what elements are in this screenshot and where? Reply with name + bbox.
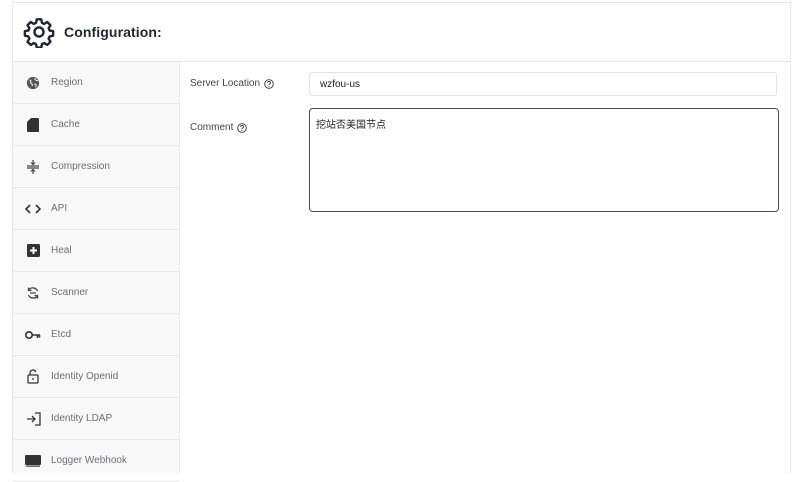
panel-header: Configuration: [13,3,790,62]
sidebar-item-api[interactable]: API [13,188,179,230]
sidebar-item-compression[interactable]: Compression [13,146,179,188]
unlock-icon [25,369,41,385]
sidebar-item-cache[interactable]: Cache [13,104,179,146]
sidebar-item-label: Compression [51,161,110,172]
help-icon[interactable] [264,78,274,89]
configuration-panel: Configuration: Region Cache Compression [12,2,791,482]
page-title: Configuration: [64,24,162,40]
sidebar-item-label: Identity LDAP [51,413,113,424]
gear-icon [23,16,55,48]
sidebar-item-scanner[interactable]: Scanner [13,272,179,314]
comment-textarea[interactable]: 挖站否美国节点 [309,108,779,212]
webhook-icon [25,453,41,469]
login-icon [25,411,41,427]
help-icon[interactable] [237,122,248,133]
comment-label: Comment [190,122,248,133]
server-location-label: Server Location [190,78,274,89]
key-icon [25,327,41,343]
sidebar-item-label: Identity Openid [51,371,119,382]
sidebar-item-region[interactable]: Region [13,62,179,104]
server-location-label-text: Server Location [190,78,261,89]
sidebar-item-label: API [51,203,68,214]
globe-icon [25,75,41,91]
sidebar-item-label: Heal [51,245,72,256]
sd-card-icon [25,117,41,133]
sidebar-item-label: Region [51,77,83,88]
scanner-refresh-icon [25,285,41,301]
sidebar-item-etcd[interactable]: Etcd [13,314,179,356]
sidebar-item-label: Cache [51,119,80,130]
sidebar-item-identity-ldap[interactable]: Identity LDAP [13,398,179,440]
sidebar: Region Cache Compression API Heal Scanne… [13,62,180,482]
code-icon [25,201,41,217]
sidebar-item-label: Logger Webhook [51,455,127,466]
sidebar-item-label: Scanner [51,287,89,298]
sidebar-item-label: Etcd [51,329,72,340]
sidebar-item-heal[interactable]: Heal [13,230,179,272]
comment-label-text: Comment [190,122,234,133]
config-form: Server Location Comment 挖站否美国节点 [180,62,790,473]
compress-icon [25,159,41,175]
medical-cross-icon [25,243,41,259]
sidebar-item-identity-openid[interactable]: Identity Openid [13,356,179,398]
server-location-input[interactable] [309,72,777,96]
sidebar-item-logger-webhook[interactable]: Logger Webhook [13,440,179,482]
